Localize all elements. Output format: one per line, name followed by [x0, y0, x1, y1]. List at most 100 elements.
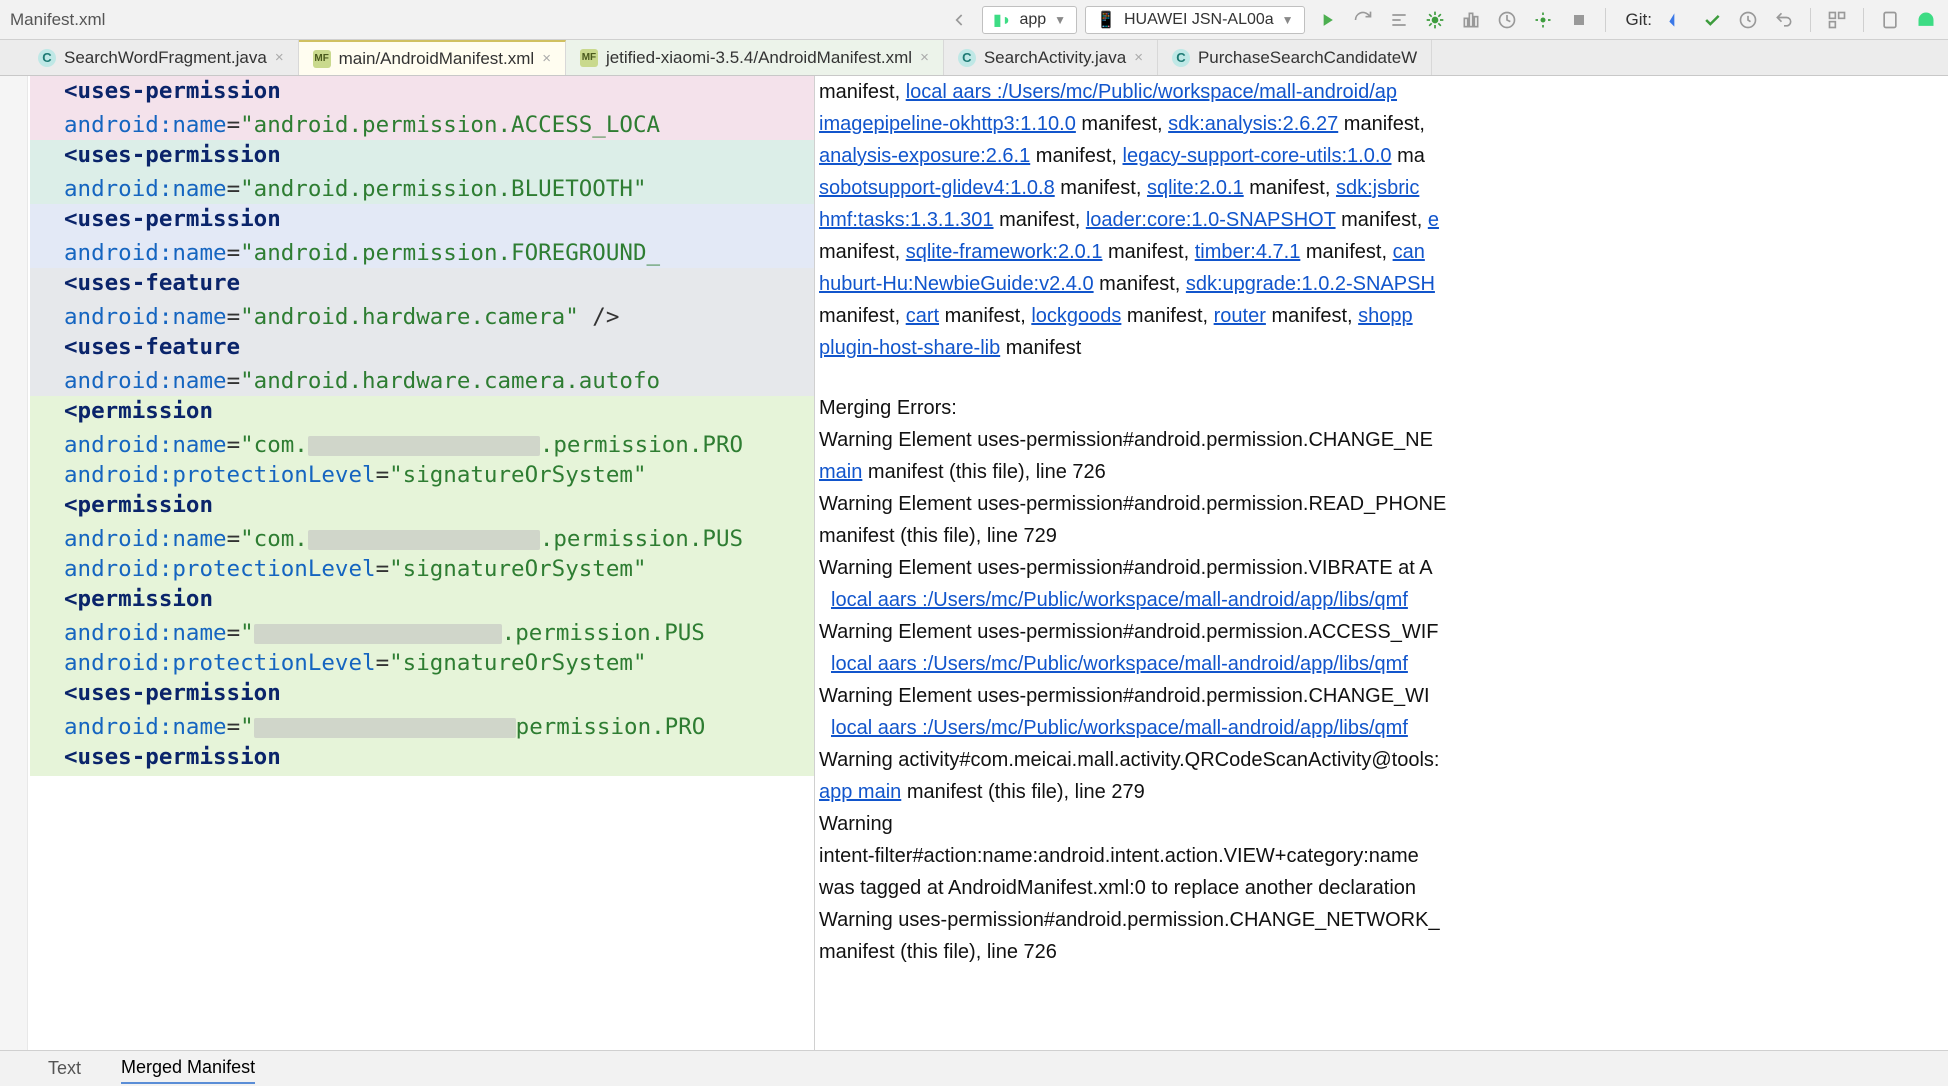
- xml-value: "android.permission.ACCESS_LOCA: [240, 112, 660, 138]
- manifest-link[interactable]: main: [819, 461, 862, 483]
- manifest-link[interactable]: e: [1428, 209, 1439, 231]
- manifest-link[interactable]: legacy-support-core-utils:1.0.0: [1123, 145, 1392, 167]
- editor-content: ▾<uses-permission android:name="android.…: [0, 76, 1948, 1050]
- xml-value: "android.hardware.camera.autofo: [240, 368, 660, 394]
- tab-purchasesearch[interactable]: C PurchaseSearchCandidateW: [1158, 40, 1432, 75]
- warning-line: app main manifest (this file), line 279: [819, 776, 1944, 808]
- tab-searchactivity[interactable]: C SearchActivity.java ×: [944, 40, 1158, 75]
- xml-value: "com.: [240, 526, 308, 552]
- module-selector[interactable]: ▮◗ app ▼: [982, 6, 1077, 34]
- xml-value: .permission.PRO: [540, 432, 743, 458]
- git-revert-icon[interactable]: [1770, 6, 1798, 34]
- tab-jetified-manifest[interactable]: MF jetified-xiaomi-3.5.4/AndroidManifest…: [566, 40, 944, 75]
- bottom-tab-merged[interactable]: Merged Manifest: [121, 1053, 255, 1084]
- manifest-link[interactable]: can: [1393, 241, 1425, 263]
- manifest-link[interactable]: local aars :/Users/mc/Public/workspace/m…: [819, 653, 1408, 675]
- manifest-link[interactable]: sqlite-framework:2.0.1: [906, 241, 1103, 263]
- tab-searchwordfragment[interactable]: C SearchWordFragment.java ×: [24, 40, 299, 75]
- git-commit-icon[interactable]: [1698, 6, 1726, 34]
- file-path-label: Manifest.xml: [8, 10, 408, 30]
- close-icon[interactable]: ×: [542, 50, 551, 67]
- manifest-link[interactable]: imagepipeline-okhttp3:1.10.0: [819, 113, 1076, 135]
- class-file-icon: C: [1172, 49, 1190, 67]
- gutter: [0, 76, 28, 1050]
- close-icon[interactable]: ×: [275, 49, 284, 66]
- warning-line: Warning Element uses-permission#android.…: [819, 424, 1944, 456]
- merged-line: hmf:tasks:1.3.1.301 manifest, loader:cor…: [819, 204, 1944, 236]
- manifest-file-icon: MF: [580, 49, 598, 67]
- manifest-link[interactable]: local aars :/Users/mc/Public/workspace/m…: [906, 81, 1397, 103]
- merged-manifest-panel[interactable]: manifest, local aars :/Users/mc/Public/w…: [814, 76, 1948, 1050]
- close-icon[interactable]: ×: [1134, 49, 1143, 66]
- manifest-link[interactable]: sobotsupport-glidev4:1.0.8: [819, 177, 1055, 199]
- git-history-icon[interactable]: [1734, 6, 1762, 34]
- nav-back-icon[interactable]: [946, 6, 974, 34]
- xml-value: "com.: [240, 432, 308, 458]
- avd-manager-icon[interactable]: [1876, 6, 1904, 34]
- xml-value: "android.permission.FOREGROUND_: [240, 240, 660, 266]
- code-lines: ▾<uses-permission android:name="android.…: [0, 76, 814, 776]
- tab-label: main/AndroidManifest.xml: [339, 49, 535, 69]
- warning-line: Warning uses-permission#android.permissi…: [819, 904, 1944, 936]
- sdk-manager-icon[interactable]: [1912, 6, 1940, 34]
- apply-changes-icon[interactable]: [1349, 6, 1377, 34]
- manifest-link[interactable]: hmf:tasks:1.3.1.301: [819, 209, 994, 231]
- close-icon[interactable]: ×: [920, 49, 929, 66]
- redacted-text: [308, 436, 540, 456]
- merging-errors-header: Merging Errors:: [819, 392, 1944, 424]
- code-changes-icon[interactable]: [1385, 6, 1413, 34]
- xml-value: "signatureOrSystem": [389, 556, 646, 582]
- warning-line: Warning Element uses-permission#android.…: [819, 552, 1944, 584]
- manifest-link[interactable]: app main: [819, 781, 901, 803]
- manifest-link[interactable]: local aars :/Users/mc/Public/workspace/m…: [819, 589, 1408, 611]
- profile-icon[interactable]: [1493, 6, 1521, 34]
- manifest-link[interactable]: loader:core:1.0-SNAPSHOT: [1086, 209, 1336, 231]
- manifest-link[interactable]: huburt-Hu:NewbieGuide:v2.4.0: [819, 273, 1094, 295]
- merged-line: huburt-Hu:NewbieGuide:v2.4.0 manifest, s…: [819, 268, 1944, 300]
- manifest-link[interactable]: analysis-exposure:2.6.1: [819, 145, 1030, 167]
- manifest-link[interactable]: shopp: [1358, 305, 1413, 327]
- attach-debugger-icon[interactable]: [1529, 6, 1557, 34]
- coverage-icon[interactable]: [1457, 6, 1485, 34]
- redacted-text: [254, 624, 502, 644]
- manifest-link[interactable]: sdk:jsbric: [1336, 177, 1419, 199]
- manifest-link[interactable]: timber:4.7.1: [1195, 241, 1301, 263]
- git-label: Git:: [1618, 10, 1654, 30]
- bottom-tab-text[interactable]: Text: [48, 1054, 81, 1083]
- manifest-link[interactable]: router: [1214, 305, 1266, 327]
- merged-line: manifest, local aars :/Users/mc/Public/w…: [819, 76, 1944, 108]
- xml-attr: android:name: [64, 526, 227, 552]
- module-name: app: [1019, 11, 1046, 29]
- project-structure-icon[interactable]: [1823, 6, 1851, 34]
- editor-tabbar: C SearchWordFragment.java × MF main/Andr…: [0, 40, 1948, 76]
- run-icon[interactable]: [1313, 6, 1341, 34]
- code-editor[interactable]: ▾<uses-permission android:name="android.…: [0, 76, 814, 1050]
- git-update-icon[interactable]: [1662, 6, 1690, 34]
- manifest-link[interactable]: plugin-host-share-lib: [819, 337, 1000, 359]
- xml-tag: <permission: [64, 492, 213, 518]
- manifest-link[interactable]: sdk:analysis:2.6.27: [1168, 113, 1338, 135]
- chevron-down-icon: ▼: [1054, 13, 1066, 27]
- xml-attr: android:name: [64, 368, 227, 394]
- debug-icon[interactable]: [1421, 6, 1449, 34]
- manifest-link[interactable]: lockgoods: [1031, 305, 1121, 327]
- xml-attr: android:name: [64, 176, 227, 202]
- xml-attr: android:name: [64, 432, 227, 458]
- manifest-link[interactable]: sqlite:2.0.1: [1147, 177, 1244, 199]
- manifest-link[interactable]: sdk:upgrade:1.0.2-SNAPSH: [1186, 273, 1435, 295]
- merged-line: analysis-exposure:2.6.1 manifest, legacy…: [819, 140, 1944, 172]
- xml-attr: android:name: [64, 240, 227, 266]
- tab-main-manifest[interactable]: MF main/AndroidManifest.xml ×: [299, 40, 566, 75]
- xml-value: .permission.PUS: [502, 620, 705, 646]
- xml-value: "signatureOrSystem": [389, 650, 646, 676]
- stop-icon[interactable]: [1565, 6, 1593, 34]
- device-selector[interactable]: 📱 HUAWEI JSN-AL00a ▼: [1085, 6, 1304, 34]
- warning-line: Warning activity#com.meicai.mall.activit…: [819, 744, 1944, 776]
- manifest-link[interactable]: cart: [906, 305, 939, 327]
- manifest-link[interactable]: local aars :/Users/mc/Public/workspace/m…: [819, 717, 1408, 739]
- xml-attr: android:name: [64, 620, 227, 646]
- warning-line: Warning Element uses-permission#android.…: [819, 488, 1944, 520]
- warning-line: Warning Element uses-permission#android.…: [819, 680, 1944, 712]
- xml-tag: <uses-permission: [64, 142, 281, 168]
- xml-tag: <permission: [64, 398, 213, 424]
